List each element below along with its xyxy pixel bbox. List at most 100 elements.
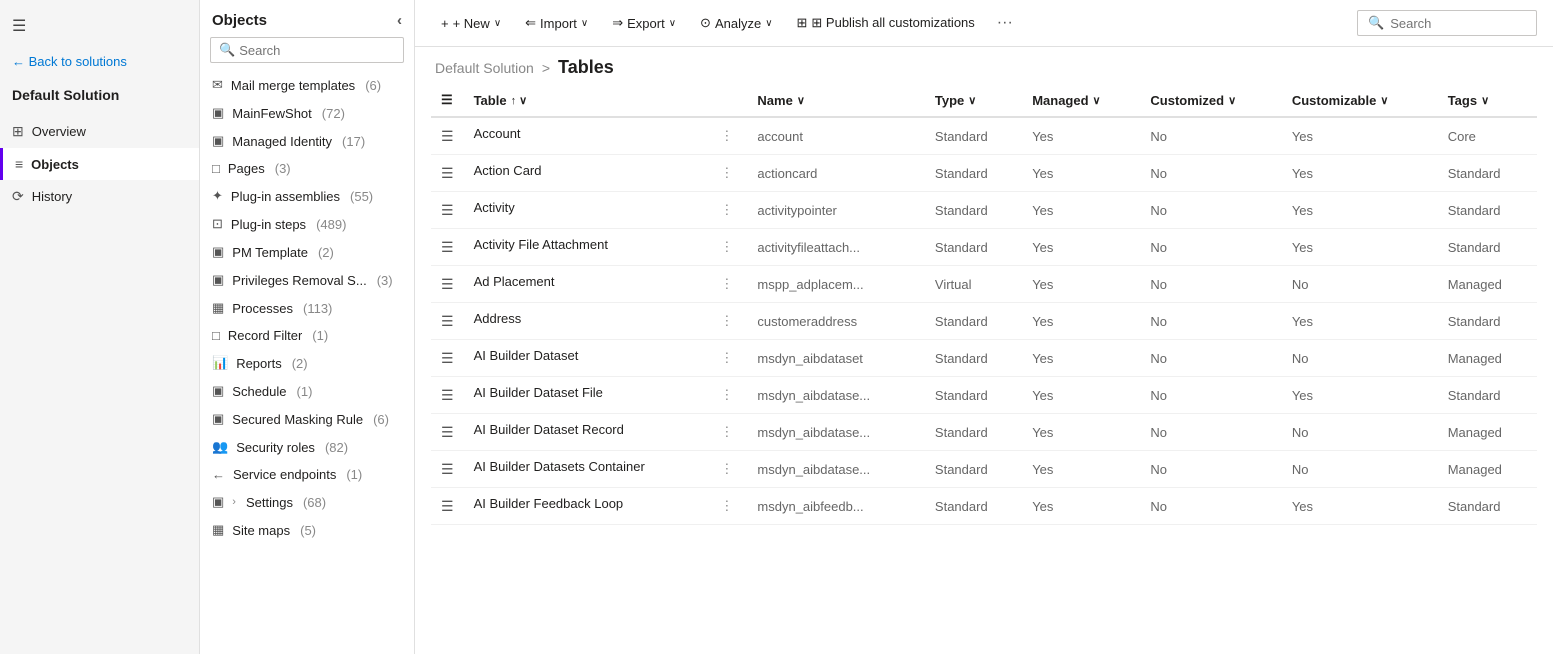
col-customizable-header[interactable]: Customizable ∨ xyxy=(1282,84,1438,117)
analyze-button[interactable]: ⊙ Analyze ∨ xyxy=(690,10,782,36)
obj-item-mail-merge[interactable]: ✉ Mail merge templates (6) xyxy=(200,71,414,99)
table-row[interactable]: ☰ AI Builder Dataset Record ⋮ msdyn_aibd… xyxy=(431,414,1537,451)
row-table-icon: ☰ xyxy=(441,498,454,514)
row-type: Standard xyxy=(925,155,1022,192)
toolbar-search-container: 🔍 xyxy=(1357,10,1537,36)
obj-item-record-filter[interactable]: □ Record Filter (1) xyxy=(200,322,414,349)
obj-item-plugin-assemblies[interactable]: ✦ Plug-in assemblies (55) xyxy=(200,182,414,210)
table-row[interactable]: ☰ Address ⋮ customeraddress Standard Yes… xyxy=(431,303,1537,340)
table-row[interactable]: ☰ Activity ⋮ activitypointer Standard Ye… xyxy=(431,192,1537,229)
export-button[interactable]: ⇒ Export ∨ xyxy=(602,10,686,36)
obj-label-plugin-assemblies: Plug-in assemblies xyxy=(231,189,340,204)
row-managed: Yes xyxy=(1022,451,1140,488)
obj-item-managed-identity[interactable]: ▣ Managed Identity (17) xyxy=(200,127,414,155)
row-table-icon: ☰ xyxy=(441,128,454,144)
table-row[interactable]: ☰ AI Builder Dataset File ⋮ msdyn_aibdat… xyxy=(431,377,1537,414)
objects-icon: ≡ xyxy=(15,156,23,172)
col-customized-header[interactable]: Customized ∨ xyxy=(1140,84,1281,117)
row-customizable: Yes xyxy=(1282,117,1438,155)
obj-item-secured-masking[interactable]: ▣ Secured Masking Rule (6) xyxy=(200,405,414,433)
row-type: Standard xyxy=(925,340,1022,377)
row-customized: No xyxy=(1140,229,1281,266)
col-checkbox-header[interactable]: ☰ xyxy=(431,84,464,117)
row-table-icon: ☰ xyxy=(441,313,454,329)
col-table-header[interactable]: Table ↑ ∨ xyxy=(464,84,748,117)
row-name: account xyxy=(747,117,925,155)
row-table-icon: ☰ xyxy=(441,387,454,403)
row-context-menu[interactable]: ⋮ xyxy=(716,311,737,331)
obj-item-privileges-removal[interactable]: ▣ Privileges Removal S... (3) xyxy=(200,266,414,294)
import-chevron-icon: ∨ xyxy=(581,18,588,29)
nav-item-history[interactable]: ⟳ History xyxy=(0,180,199,213)
obj-item-settings[interactable]: ▣ › Settings (68) xyxy=(200,488,414,516)
obj-label-pages: Pages xyxy=(228,161,265,176)
nav-item-overview[interactable]: ⊞ Overview xyxy=(0,115,199,148)
table-row[interactable]: ☰ Activity File Attachment ⋮ activityfil… xyxy=(431,229,1537,266)
mainfewshot-icon: ▣ xyxy=(212,105,224,121)
table-row[interactable]: ☰ AI Builder Datasets Container ⋮ msdyn_… xyxy=(431,451,1537,488)
col-managed-header[interactable]: Managed ∨ xyxy=(1022,84,1140,117)
col-name-header[interactable]: Name ∨ xyxy=(747,84,925,117)
col-type-header[interactable]: Type ∨ xyxy=(925,84,1022,117)
table-row[interactable]: ☰ AI Builder Dataset ⋮ msdyn_aibdataset … xyxy=(431,340,1537,377)
managed-sort-icon: ∨ xyxy=(1093,94,1101,107)
obj-item-plugin-steps[interactable]: ⊡ Plug-in steps (489) xyxy=(200,210,414,238)
obj-label-site-maps: Site maps xyxy=(232,523,290,538)
col-tags-header[interactable]: Tags ∨ xyxy=(1438,84,1537,117)
hamburger-button[interactable]: ☰ xyxy=(0,8,199,44)
obj-item-processes[interactable]: ▦ Processes (113) xyxy=(200,294,414,322)
back-to-solutions-link[interactable]: ← Back to solutions xyxy=(0,44,199,79)
obj-item-mainfewshot[interactable]: ▣ MainFewShot (72) xyxy=(200,99,414,127)
nav-item-objects[interactable]: ≡ Objects xyxy=(0,148,199,180)
row-customizable: No xyxy=(1282,451,1438,488)
obj-label-managed-identity: Managed Identity xyxy=(232,134,332,149)
table-row[interactable]: ☰ Action Card ⋮ actioncard Standard Yes … xyxy=(431,155,1537,192)
row-context-menu[interactable]: ⋮ xyxy=(716,126,737,146)
objects-search-input[interactable] xyxy=(239,43,395,58)
row-context-menu[interactable]: ⋮ xyxy=(716,385,737,405)
obj-label-record-filter: Record Filter xyxy=(228,328,302,343)
row-table-name: AI Builder Dataset Record ⋮ xyxy=(464,414,748,451)
collapse-panel-icon[interactable]: ‹ xyxy=(397,12,402,29)
row-table-name: Action Card ⋮ xyxy=(464,155,748,192)
table-row[interactable]: ☰ Account ⋮ account Standard Yes No Yes … xyxy=(431,117,1537,155)
row-context-menu[interactable]: ⋮ xyxy=(716,237,737,257)
row-type: Standard xyxy=(925,377,1022,414)
obj-item-reports[interactable]: 📊 Reports (2) xyxy=(200,349,414,377)
row-context-menu[interactable]: ⋮ xyxy=(716,459,737,479)
obj-item-service-endpoints[interactable]: ← Service endpoints (1) xyxy=(200,461,414,488)
obj-item-pm-template[interactable]: ▣ PM Template (2) xyxy=(200,238,414,266)
table-row[interactable]: ☰ AI Builder Feedback Loop ⋮ msdyn_aibfe… xyxy=(431,488,1537,525)
row-context-menu[interactable]: ⋮ xyxy=(716,200,737,220)
row-name: msdyn_aibdataset xyxy=(747,340,925,377)
history-icon: ⟳ xyxy=(12,188,24,205)
table-row[interactable]: ☰ Ad Placement ⋮ mspp_adplacem... Virtua… xyxy=(431,266,1537,303)
toolbar-search-input[interactable] xyxy=(1390,16,1526,31)
import-button[interactable]: ⇐ Import ∨ xyxy=(515,10,598,36)
row-context-menu[interactable]: ⋮ xyxy=(716,422,737,442)
obj-count-pages: (3) xyxy=(275,161,291,176)
row-customized: No xyxy=(1140,155,1281,192)
row-icon-cell: ☰ xyxy=(431,303,464,340)
obj-count-service-endpoints: (1) xyxy=(346,467,362,482)
nav-label-overview: Overview xyxy=(32,124,86,139)
row-context-menu[interactable]: ⋮ xyxy=(716,348,737,368)
obj-item-security-roles[interactable]: 👥 Security roles (82) xyxy=(200,433,414,461)
row-context-menu[interactable]: ⋮ xyxy=(716,163,737,183)
settings-expand-icon: › xyxy=(232,496,236,508)
publish-button[interactable]: ⊞ ⊞ Publish all customizations xyxy=(787,10,985,36)
new-button[interactable]: + + New ∨ xyxy=(431,11,511,36)
pm-template-icon: ▣ xyxy=(212,244,224,260)
obj-item-schedule[interactable]: ▣ Schedule (1) xyxy=(200,377,414,405)
row-context-menu[interactable]: ⋮ xyxy=(716,496,737,516)
obj-item-pages[interactable]: □ Pages (3) xyxy=(200,155,414,182)
breadcrumb-parent[interactable]: Default Solution xyxy=(435,60,534,76)
obj-count-security-roles: (82) xyxy=(325,440,348,455)
row-table-name: AI Builder Dataset File ⋮ xyxy=(464,377,748,414)
row-context-menu[interactable]: ⋮ xyxy=(716,274,737,294)
row-table-icon: ☰ xyxy=(441,350,454,366)
obj-item-site-maps[interactable]: ▦ Site maps (5) xyxy=(200,516,414,544)
row-tags: Managed xyxy=(1438,414,1537,451)
more-options-button[interactable]: ··· xyxy=(993,10,1017,36)
row-type: Standard xyxy=(925,229,1022,266)
